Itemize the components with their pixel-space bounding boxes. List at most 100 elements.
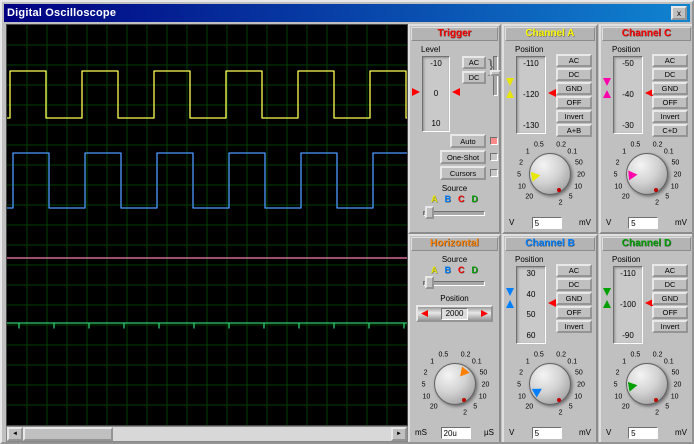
channel-d-off-button[interactable]: OFF — [652, 306, 688, 319]
knob-scale-label: 50 — [480, 369, 488, 376]
horizontal-value-box: 20u — [441, 427, 471, 439]
channel-c-position-up-arrow[interactable] — [603, 90, 611, 98]
knob-scale-label: 0.1 — [472, 359, 482, 366]
channel-a-invert-button[interactable]: Invert — [556, 110, 592, 123]
channel-a-position-up-arrow[interactable] — [506, 90, 514, 98]
source-channel-letter: C — [458, 265, 465, 275]
knob-face[interactable] — [434, 363, 476, 405]
knob-scale-label: 5 — [473, 404, 477, 411]
trigger-slope-thumb[interactable] — [490, 70, 501, 76]
trigger-ac-button[interactable]: AC — [462, 56, 486, 69]
channel-a-ac-button[interactable]: AC — [556, 54, 592, 67]
knob-scale-label: 5 — [517, 172, 521, 179]
trigger-one-shot-button[interactable]: One-Shot — [440, 150, 486, 164]
knob-led-dot — [462, 398, 466, 402]
knob-scale-label: 5 — [569, 194, 573, 201]
knob-scale-label: 10 — [671, 394, 679, 401]
trigger-source-slider[interactable] — [423, 206, 485, 220]
scrollbar-thumb[interactable] — [23, 427, 113, 441]
channel-b-off-button[interactable]: OFF — [556, 306, 592, 319]
horizontal-value-row: mS 20u µS — [415, 426, 494, 439]
knob-scale-label: 10 — [671, 184, 679, 191]
trigger-auto-button[interactable]: Auto — [450, 134, 486, 148]
horizontal-unit-ms: mS — [415, 428, 427, 437]
channel-d-position-slider[interactable]: -110-100-90 — [613, 266, 643, 344]
knob-scale-label: 5 — [665, 194, 669, 201]
channel-b-volts-knob[interactable]: 20105210.50.20.150201052 — [506, 346, 594, 422]
channel-c-unit-volts: V — [606, 218, 611, 227]
channel-d-position-label: Position — [612, 255, 640, 264]
horizontal-source-slider[interactable] — [423, 276, 485, 290]
horizontal-scrollbar[interactable]: ◄ ► — [6, 426, 408, 442]
close-button[interactable]: x — [671, 6, 687, 20]
channel-d-invert-button[interactable]: Invert — [652, 320, 688, 333]
trigger-dc-button[interactable]: DC — [462, 71, 486, 84]
title-bar[interactable]: Digital Oscilloscope x — [4, 4, 690, 22]
knob-scale-label: 2 — [424, 369, 428, 376]
channel-d-position-down-arrow[interactable] — [603, 288, 611, 296]
channel-d-position-up-arrow[interactable] — [603, 300, 611, 308]
channel-c-off-button[interactable]: OFF — [652, 96, 688, 109]
channel-b-position-up-arrow[interactable] — [506, 300, 514, 308]
channel-d-volts-knob[interactable]: 20105210.50.20.150201052 — [603, 346, 691, 422]
channel-c-invert-button[interactable]: Invert — [652, 110, 688, 123]
channel-b-position-down-arrow[interactable] — [506, 288, 514, 296]
channel-d-ac-button[interactable]: AC — [652, 264, 688, 277]
position-value-label: 60 — [527, 332, 536, 340]
channel-b-invert-button[interactable]: Invert — [556, 320, 592, 333]
channel-d-dc-button[interactable]: DC — [652, 278, 688, 291]
knob-scale-label: 0.2 — [461, 352, 471, 359]
position-decrement-arrow[interactable] — [421, 310, 428, 317]
channel-d-buttons: AC DC GND OFF Invert — [652, 264, 688, 334]
knob-scale-label: 2 — [519, 159, 523, 166]
position-increment-arrow[interactable] — [481, 310, 488, 317]
knob-scale-label: 20 — [525, 194, 533, 201]
channel-b-panel-title: Channel B — [505, 237, 595, 251]
channel-a-dc-button[interactable]: DC — [556, 68, 592, 81]
scroll-right-button[interactable]: ► — [391, 427, 407, 441]
channel-a-volts-knob[interactable]: 20105210.50.20.150201052 — [506, 136, 594, 212]
horizontal-position-display[interactable]: 2000 — [416, 305, 493, 322]
position-value-label: 0 — [434, 90, 438, 98]
horizontal-panel-title: Horizontal — [411, 237, 498, 251]
channel-d-panel: Channel D Position -110-100-90 AC DC GND… — [599, 234, 694, 444]
knob-face[interactable] — [529, 363, 571, 405]
channel-b-position-slider[interactable]: 30405060 — [516, 266, 546, 344]
horizontal-timebase-knob[interactable]: 20105210.50.20.150201052 — [411, 346, 499, 422]
knob-scale-label: 2 — [616, 369, 620, 376]
channel-c-volts-knob[interactable]: 20105210.50.20.150201052 — [603, 136, 691, 212]
knob-scale-label: 1 — [622, 149, 626, 156]
channel-b-dc-button[interactable]: DC — [556, 278, 592, 291]
scroll-left-button[interactable]: ◄ — [7, 427, 23, 441]
channel-d-gnd-button[interactable]: GND — [652, 292, 688, 305]
channel-c-position-down-arrow[interactable] — [603, 78, 611, 86]
channel-a-position-slider[interactable]: -110-120-130 — [516, 56, 546, 134]
channel-c-gnd-button[interactable]: GND — [652, 82, 688, 95]
channel-d-value-box: 5 — [628, 427, 658, 439]
trigger-source-thumb[interactable] — [425, 206, 434, 219]
knob-scale-label: 20 — [577, 382, 585, 389]
knob-scale-label: 0.5 — [534, 352, 544, 359]
knob-scale-label: 2 — [463, 410, 467, 417]
trigger-cursors-led — [490, 169, 498, 177]
channel-c-ac-button[interactable]: AC — [652, 54, 688, 67]
knob-scale-label: 1 — [526, 359, 530, 366]
knob-scale-label: 0.5 — [631, 352, 641, 359]
channel-a-position-down-arrow[interactable] — [506, 78, 514, 86]
channel-b-gnd-button[interactable]: GND — [556, 292, 592, 305]
knob-scale-label: 20 — [674, 172, 682, 179]
knob-scale-label: 1 — [622, 359, 626, 366]
position-value-label: 10 — [432, 120, 441, 128]
trigger-slope-slider[interactable] — [491, 56, 500, 96]
horizontal-source-thumb[interactable] — [425, 276, 434, 289]
channel-a-off-button[interactable]: OFF — [556, 96, 592, 109]
channel-b-ac-button[interactable]: AC — [556, 264, 592, 277]
channel-a-gnd-button[interactable]: GND — [556, 82, 592, 95]
trigger-level-slider[interactable]: -10010 — [422, 56, 450, 132]
trigger-cursors-button[interactable]: Cursors — [440, 166, 486, 180]
position-value-label: -30 — [622, 122, 634, 130]
channel-c-position-slider[interactable]: -50-40-30 — [613, 56, 643, 134]
channel-b-position-label: Position — [515, 255, 543, 264]
channel-c-dc-button[interactable]: DC — [652, 68, 688, 81]
scrollbar-track[interactable] — [23, 427, 391, 441]
